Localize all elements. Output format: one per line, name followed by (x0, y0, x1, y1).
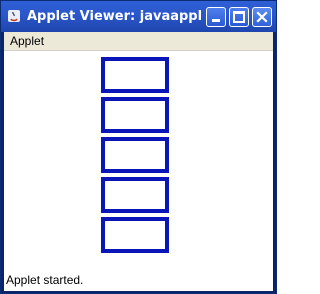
status-text: Applet started. (6, 273, 84, 287)
java-app-icon (6, 8, 22, 24)
applet-rectangle (101, 217, 169, 253)
applet-rectangle (101, 57, 169, 93)
close-icon (256, 11, 268, 23)
minimize-icon (212, 19, 220, 22)
applet-rectangle (101, 177, 169, 213)
applet-viewer-window: Applet Viewer: javaapplic... Applet (0, 0, 277, 294)
menu-applet[interactable]: Applet (10, 33, 44, 49)
minimize-button[interactable] (206, 7, 226, 27)
window-title: Applet Viewer: javaapplic... (27, 9, 203, 24)
status-bar: Applet started. (4, 270, 273, 290)
close-button[interactable] (252, 7, 272, 27)
applet-rectangle (101, 97, 169, 133)
applet-canvas[interactable] (4, 51, 273, 271)
maximize-button[interactable] (229, 7, 249, 27)
menu-bar: Applet (4, 32, 273, 51)
title-bar[interactable]: Applet Viewer: javaapplic... (1, 1, 276, 32)
maximize-icon (233, 11, 245, 23)
client-area: Applet Applet started. (4, 32, 273, 291)
applet-rectangle (101, 137, 169, 173)
